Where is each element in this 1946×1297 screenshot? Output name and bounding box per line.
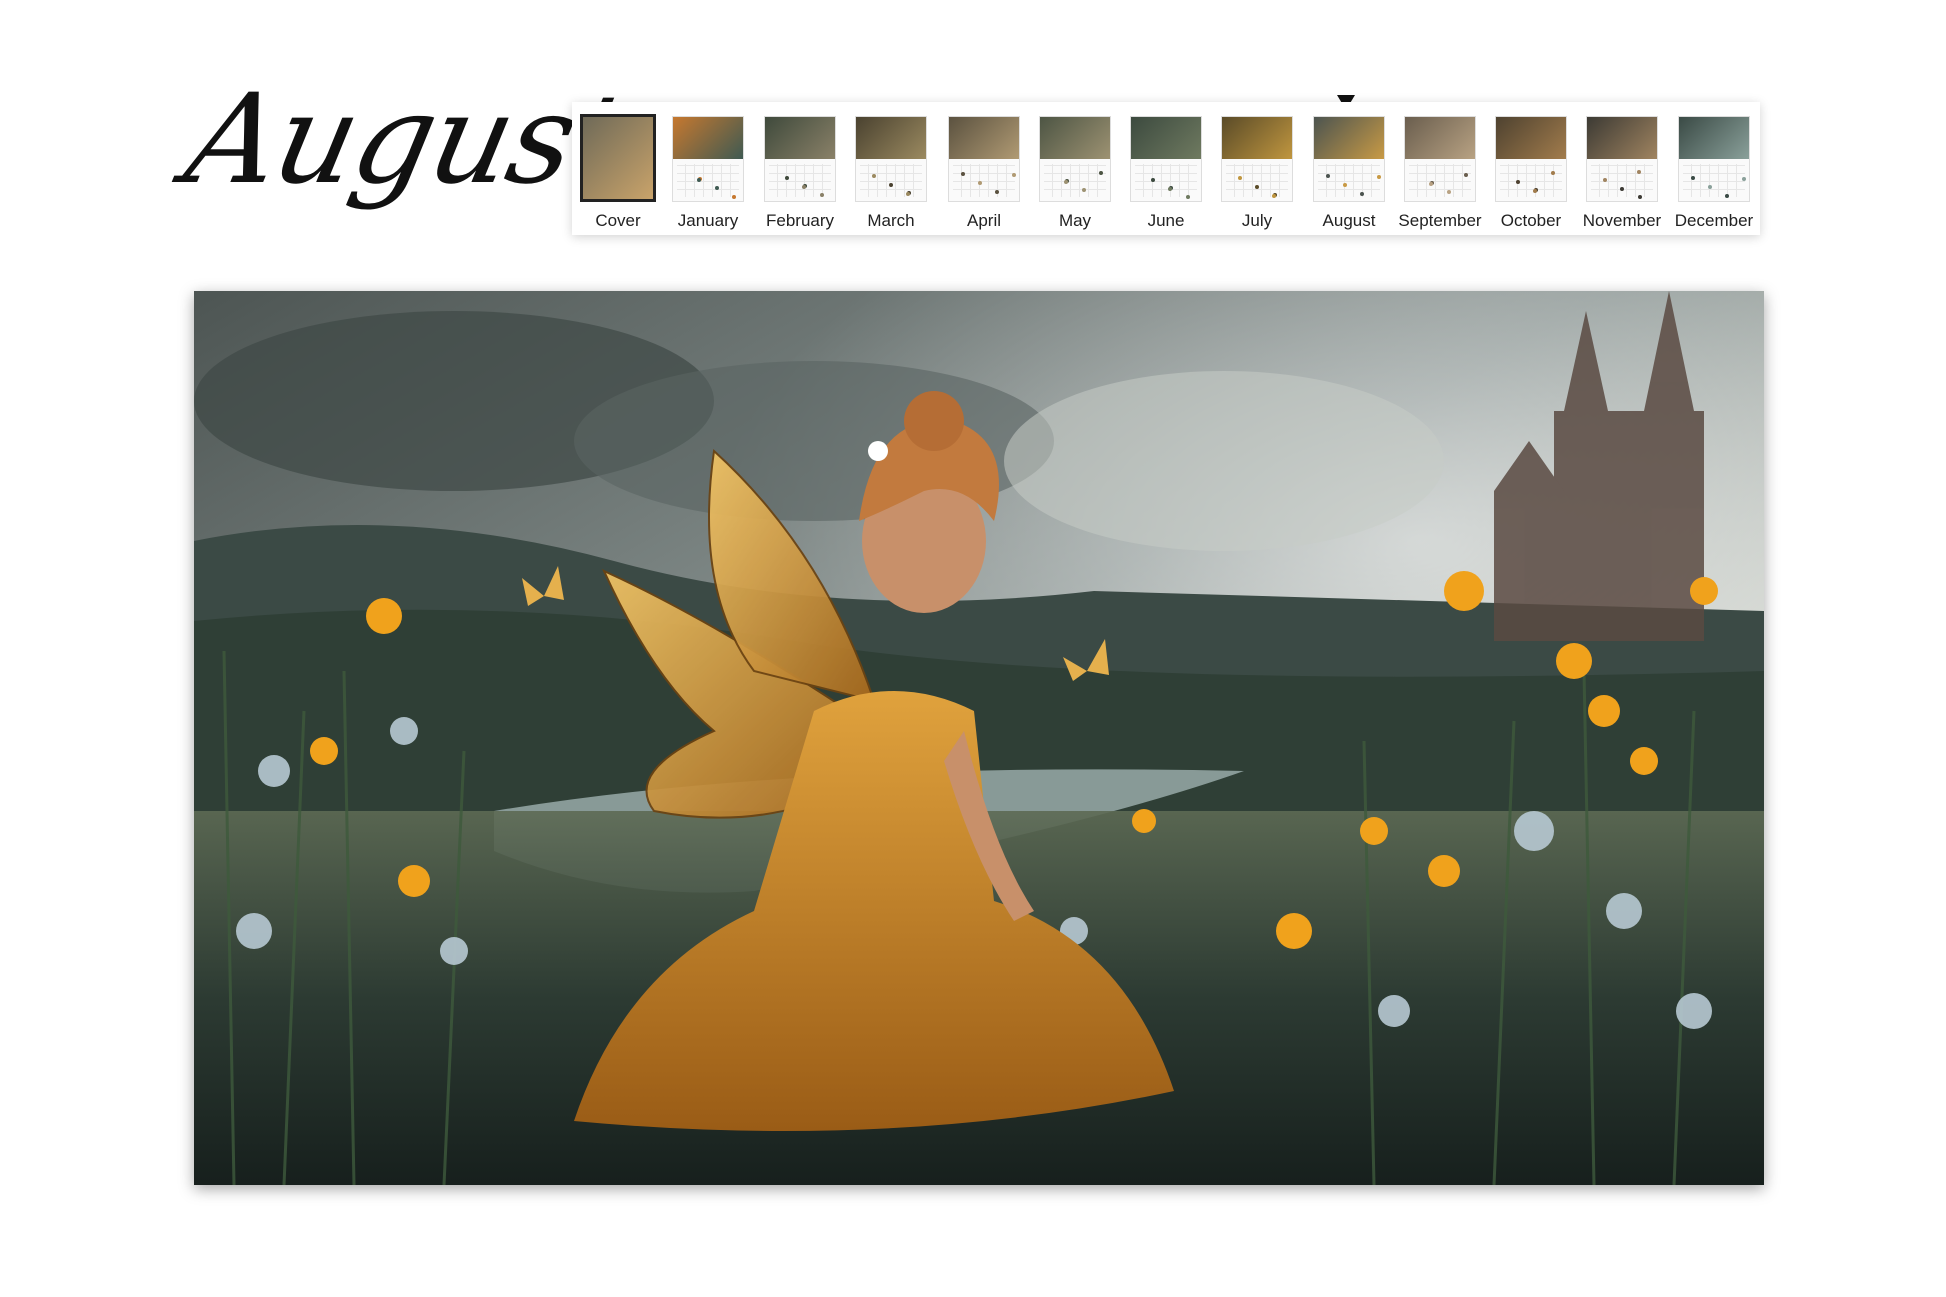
- calendar-marker-dot: [1447, 190, 1451, 194]
- calendar-grid: [1318, 164, 1381, 197]
- calendar-marker-dot: [1464, 173, 1468, 177]
- calendar-marker-dot: [1064, 180, 1068, 184]
- calendar-marker-dot: [906, 192, 910, 196]
- calendar-marker-dot: [1620, 187, 1624, 191]
- calendar-marker-dot: [1533, 189, 1537, 193]
- month-image: [1496, 117, 1566, 159]
- month-image: [856, 117, 926, 159]
- calendar-grid: [1683, 164, 1746, 198]
- thumbnail-june[interactable]: June: [1124, 110, 1208, 232]
- month-image: [673, 117, 743, 159]
- calendar-marker-dot: [1516, 180, 1520, 184]
- calendar-grid: [769, 164, 831, 197]
- thumbnail-cover[interactable]: Cover: [576, 110, 660, 232]
- thumbnail-label: March: [867, 211, 915, 230]
- thumbnail-august[interactable]: August: [1307, 110, 1391, 232]
- thumbnail-february[interactable]: February: [758, 110, 842, 232]
- calendar-marker-dot: [889, 183, 893, 187]
- calendar-marker-dot: [1638, 195, 1642, 199]
- fairy-meadow-illustration: [194, 291, 1764, 1186]
- calendar-marker-dot: [1012, 173, 1016, 177]
- calendar-marker-dot: [785, 176, 789, 180]
- calendar-marker-dot: [872, 174, 876, 178]
- page-title: August: [174, 68, 636, 212]
- month-image: [1040, 117, 1110, 159]
- thumbnail-october[interactable]: October: [1489, 110, 1573, 232]
- thumbnail-september[interactable]: September: [1398, 110, 1482, 232]
- calendar-marker-dot: [697, 178, 701, 182]
- month-image: [1679, 117, 1749, 159]
- calendar-marker-dot: [1603, 178, 1607, 182]
- calendar-marker-dot: [1360, 192, 1364, 196]
- thumbnail-january[interactable]: January: [666, 110, 750, 232]
- thumbnail-july[interactable]: July: [1215, 110, 1299, 232]
- featured-month-image: [194, 291, 1764, 1186]
- calendar-marker-dot: [1691, 176, 1695, 180]
- calendar-grid: [860, 164, 922, 197]
- calendar-marker-dot: [802, 185, 806, 189]
- calendar-marker-dot: [1708, 185, 1712, 189]
- calendar-marker-dot: [1238, 176, 1242, 180]
- thumbnail-april[interactable]: April: [942, 110, 1026, 232]
- calendar-grid: [953, 164, 1016, 197]
- calendar-marker-dot: [1186, 195, 1190, 199]
- calendar-marker-dot: [1151, 178, 1155, 182]
- calendar-grid: [677, 164, 739, 199]
- month-image: [1314, 117, 1384, 159]
- month-image: [1131, 117, 1201, 159]
- calendar-marker-dot: [961, 172, 965, 176]
- calendar-marker-dot: [1725, 194, 1729, 198]
- calendar-marker-dot: [1637, 170, 1641, 174]
- calendar-marker-dot: [1742, 177, 1746, 181]
- calendar-marker-dot: [1551, 171, 1555, 175]
- calendar-marker-dot: [1429, 182, 1433, 186]
- calendar-marker-dot: [1168, 187, 1172, 191]
- thumbnail-march[interactable]: March: [849, 110, 933, 232]
- thumbnail-label: December: [1674, 211, 1754, 230]
- calendar-grid: [1500, 164, 1562, 197]
- calendar-marker-dot: [1343, 183, 1347, 187]
- calendar-grid: [1409, 164, 1471, 197]
- month-image: [1405, 117, 1475, 159]
- calendar-marker-dot: [715, 186, 719, 190]
- calendar-marker-dot: [995, 190, 999, 194]
- calendar-grid: [1591, 164, 1653, 199]
- cover-image: [583, 117, 653, 199]
- calendar-marker-dot: [820, 193, 824, 197]
- calendar-marker-dot: [1099, 171, 1103, 175]
- thumbnail-december[interactable]: December: [1672, 110, 1756, 232]
- month-image: [765, 117, 835, 159]
- calendar-marker-dot: [1377, 175, 1381, 179]
- calendar-marker-dot: [1255, 185, 1259, 189]
- calendar-marker-dot: [1082, 188, 1086, 192]
- thumbnail-may[interactable]: May: [1033, 110, 1117, 232]
- month-image: [949, 117, 1019, 159]
- calendar-marker-dot: [1272, 194, 1276, 198]
- month-image: [1222, 117, 1292, 159]
- calendar-grid: [1226, 164, 1288, 198]
- month-thumbnail-strip: Cover January February March April May J…: [572, 102, 1760, 235]
- calendar-grid: [1135, 164, 1197, 199]
- month-image: [1587, 117, 1657, 159]
- thumbnail-november[interactable]: November: [1580, 110, 1664, 232]
- calendar-marker-dot: [732, 195, 736, 199]
- calendar-marker-dot: [1326, 174, 1330, 178]
- calendar-marker-dot: [978, 181, 982, 185]
- calendar-grid: [1044, 164, 1106, 197]
